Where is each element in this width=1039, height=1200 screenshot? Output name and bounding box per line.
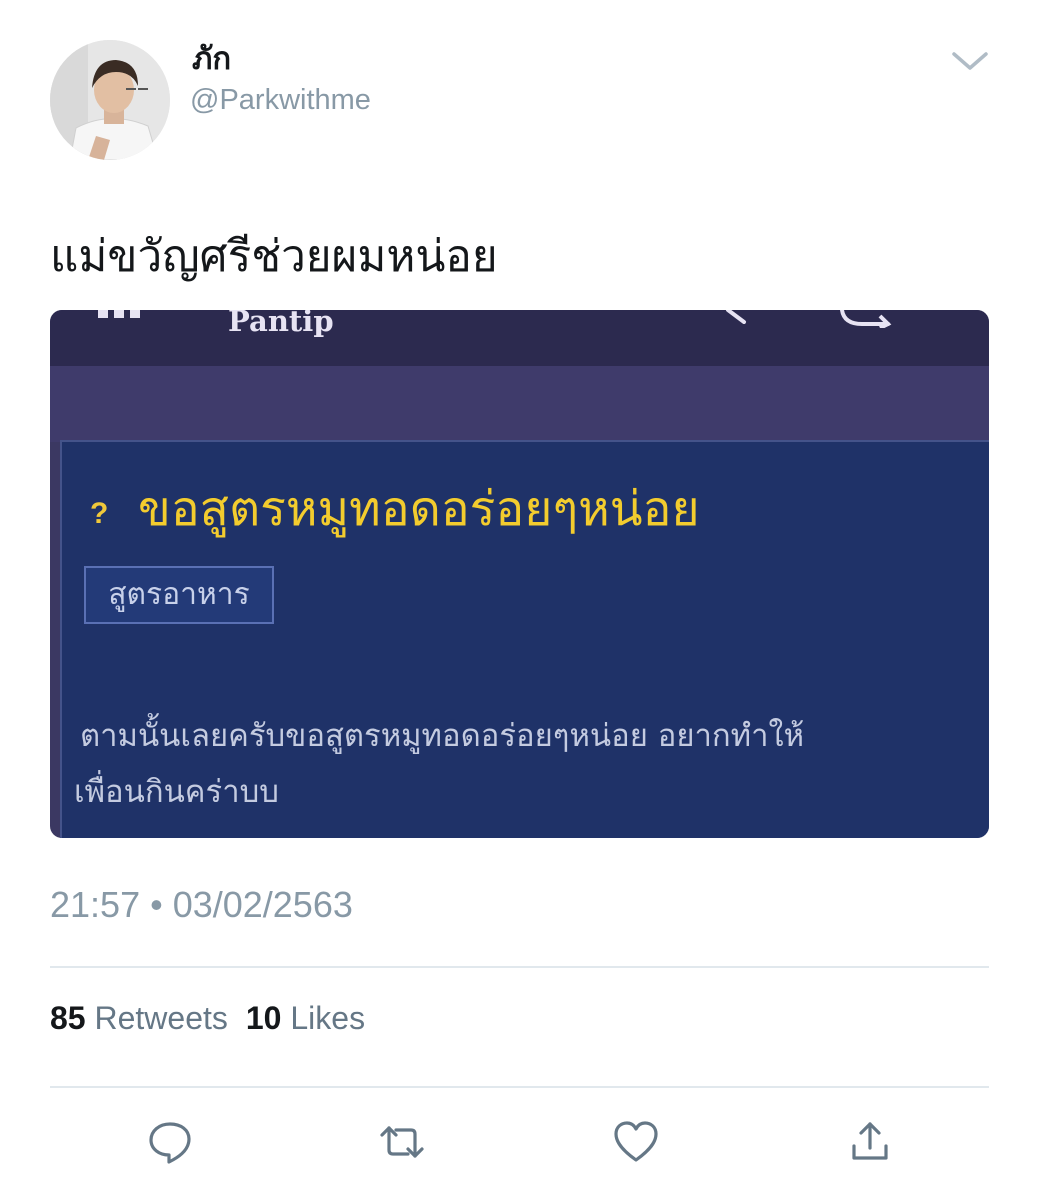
display-name[interactable]: ภัก (192, 38, 231, 80)
pantip-logo: Pantip (228, 310, 334, 338)
pantip-post-panel: ? ขอสูตรหมูทอดอร่อยๆหน่อย สูตรอาหาร ตามน… (60, 440, 989, 838)
retweets-stat[interactable]: 85 Retweets (50, 1000, 228, 1036)
retweets-count: 85 (50, 1000, 86, 1036)
tweet-media-image[interactable]: Pantip ? ขอสูตรหมูทอดอร่อยๆหน่อย สูตรอาห… (50, 310, 989, 838)
post-body-line1: ตามนั้นเลยครับขอสูตรหมูทอดอร่อยๆหน่อย อย… (80, 718, 805, 754)
avatar[interactable] (50, 40, 170, 160)
pantip-post-title: ขอสูตรหมูทอดอร่อยๆหน่อย (138, 481, 700, 537)
chevron-down-icon[interactable] (950, 44, 990, 76)
reply-icon[interactable] (146, 1118, 194, 1166)
user-handle[interactable]: @Parkwithme (190, 80, 371, 120)
like-icon[interactable] (612, 1118, 660, 1166)
tweet-stats: 85 Retweets 10 Likes (50, 996, 365, 1040)
share-icon[interactable] (846, 1118, 894, 1166)
divider (50, 1086, 989, 1088)
pantip-tag: สูตรอาหาร (84, 566, 274, 624)
retweet-icon[interactable] (378, 1118, 426, 1166)
pantip-topbar: Pantip (50, 310, 989, 366)
pantip-post-body: ตามนั้นเลยครับขอสูตรหมูทอดอร่อยๆหน่อย อย… (74, 708, 985, 820)
tweet-text: แม่ขวัญศรีช่วยผมหน่อย (50, 231, 498, 282)
search-icon (726, 310, 746, 324)
chat-icon (840, 310, 892, 328)
tweet-timestamp[interactable]: 21:57 • 03/02/2563 (50, 882, 353, 928)
divider (50, 966, 989, 968)
tweet-detail: ภัก @Parkwithme แม่ขวัญศรีช่วยผมหน่อย Pa… (0, 0, 1039, 1200)
menu-icon (98, 310, 140, 318)
retweets-label: Retweets (94, 1000, 228, 1036)
likes-label: Likes (290, 1000, 366, 1036)
avatar-photo (50, 40, 170, 160)
pantip-band (50, 366, 989, 442)
likes-stat[interactable]: 10 Likes (246, 1000, 365, 1036)
question-icon: ? (90, 497, 109, 530)
post-body-line2: เพื่อนกินคร่าบบ (74, 774, 279, 810)
likes-count: 10 (245, 1000, 282, 1036)
